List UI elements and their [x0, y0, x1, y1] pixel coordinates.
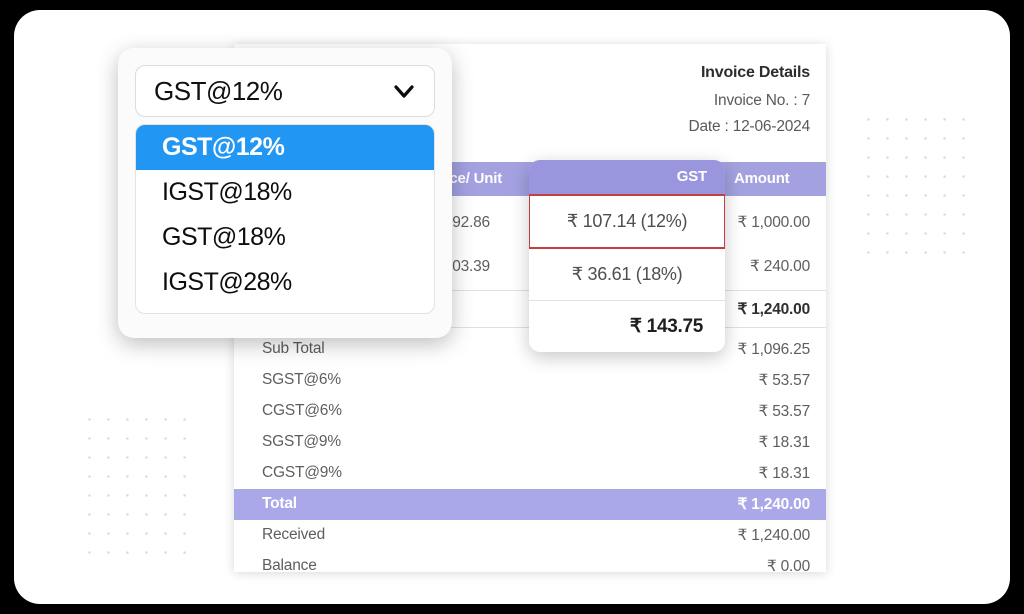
- summary-row: CGST@9% ₹ 18.31: [234, 458, 826, 489]
- gst-dropdown-overlay: GST@12% GST@12% IGST@18% GST@18% IGST@28%: [118, 48, 452, 338]
- invoice-details-block: Invoice Details Invoice No. : 7 Date : 1…: [688, 64, 810, 144]
- item-amount: ₹ 1,000.00: [737, 214, 810, 231]
- summary-row: Balance ₹ 0.00: [234, 551, 826, 572]
- summary-row: SGST@6% ₹ 53.57: [234, 365, 826, 396]
- gst-card-header: GST: [529, 160, 725, 194]
- summary-row-value: ₹ 0.00: [766, 558, 810, 572]
- invoice-date: Date : 12-06-2024: [688, 118, 810, 135]
- summary-row-label: Received: [262, 526, 326, 543]
- invoice-details-title: Invoice Details: [700, 64, 810, 81]
- gst-option-1[interactable]: IGST@18%: [136, 170, 434, 215]
- summary-row-label: Balance: [262, 557, 317, 572]
- gst-breakdown-card: GST ₹ 107.14 (12%) ₹ 36.61 (18%) ₹ 143.7…: [529, 160, 725, 352]
- invoice-number: Invoice No. : 7: [713, 92, 810, 109]
- gst-option-3[interactable]: IGST@28%: [136, 260, 434, 305]
- gst-line-total: ₹ 143.75: [629, 315, 703, 337]
- summary-row-label: Sub Total: [262, 340, 325, 357]
- summary-row: Received ₹ 1,240.00: [234, 520, 826, 551]
- decorative-dot-grid-bottom-left: [78, 408, 188, 563]
- summary-row-label: Total: [262, 495, 297, 512]
- summary-row-label: SGST@6%: [262, 371, 341, 388]
- gst-select[interactable]: GST@12%: [135, 65, 435, 117]
- gst-line-18-percent: ₹ 36.61 (18%): [529, 249, 725, 301]
- gst-option-list[interactable]: GST@12% IGST@18% GST@18% IGST@28%: [135, 124, 435, 314]
- gst-option-0[interactable]: GST@12%: [136, 125, 434, 170]
- summary-row-value: ₹ 53.57: [758, 372, 810, 389]
- gst-select-value: GST@12%: [154, 75, 283, 106]
- summary-row-value: ₹ 1,096.25: [737, 341, 810, 358]
- summary-row-label: CGST@6%: [262, 402, 342, 419]
- column-header-amount: Amount: [734, 170, 790, 187]
- screenshot-frame: Invoice Details Invoice No. : 7 Date : 1…: [0, 0, 1024, 614]
- chevron-down-icon[interactable]: [394, 80, 414, 102]
- summary-row-value: ₹ 18.31: [758, 434, 810, 451]
- page-surface: Invoice Details Invoice No. : 7 Date : 1…: [14, 10, 1010, 604]
- summary-row-value: ₹ 1,240.00: [737, 527, 810, 544]
- summary-row-label: CGST@9%: [262, 464, 342, 481]
- summary-row-label: SGST@9%: [262, 433, 341, 450]
- summary-row-value: ₹ 18.31: [758, 465, 810, 482]
- summary-row: CGST@6% ₹ 53.57: [234, 396, 826, 427]
- summary-row: SGST@9% ₹ 18.31: [234, 427, 826, 458]
- decorative-dot-grid-top-right: [857, 108, 967, 263]
- summary-row-value: ₹ 53.57: [758, 403, 810, 420]
- summary-row-total: Total ₹ 1,240.00: [234, 489, 826, 520]
- item-amount: ₹ 240.00: [750, 258, 810, 275]
- items-total-amount: ₹ 1,240.00: [737, 301, 810, 318]
- gst-option-2[interactable]: GST@18%: [136, 215, 434, 260]
- summary-row-value: ₹ 1,240.00: [737, 496, 810, 513]
- gst-line-12-percent: ₹ 107.14 (12%): [529, 194, 725, 249]
